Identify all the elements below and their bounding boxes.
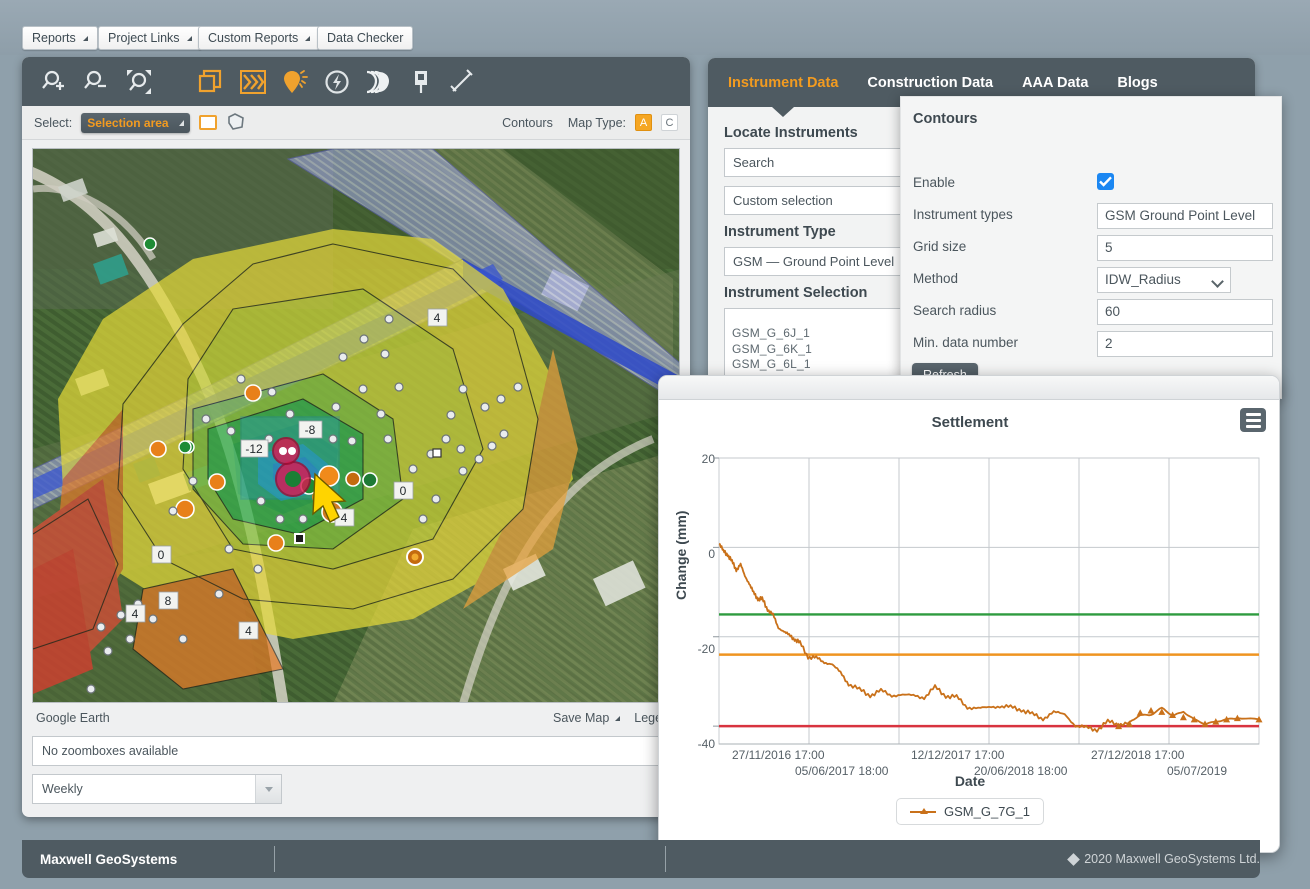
chart-plot xyxy=(713,457,1263,745)
method-value: IDW_Radius xyxy=(1105,272,1181,287)
svg-text:4: 4 xyxy=(341,511,348,525)
menu-button-custom-reports[interactable]: Custom Reports xyxy=(198,26,321,50)
contours-popup-title: Contours xyxy=(913,111,978,127)
marker-glow-icon[interactable] xyxy=(282,69,308,95)
tab-construction-data[interactable]: Construction Data xyxy=(867,75,993,91)
chevron-down-icon xyxy=(305,36,311,41)
menu-button-reports-label: Reports xyxy=(32,31,76,45)
map-type-a-button[interactable]: A xyxy=(635,114,652,131)
select-label: Select: xyxy=(34,115,73,130)
grid-size-input[interactable]: 5 xyxy=(1097,235,1273,261)
contours-label[interactable]: Contours xyxy=(502,116,553,130)
tab-instrument-data[interactable]: Instrument Data xyxy=(728,75,838,91)
layers-icon[interactable] xyxy=(198,69,224,95)
save-map-label: Save Map xyxy=(553,711,610,725)
map-select-bar: Select: Selection area Contours Map Type… xyxy=(22,106,690,140)
legend-label: GSM_G_7G_1 xyxy=(944,804,1030,819)
chart-area: Settlement Change (mm) Date 20 0 -20 -40… xyxy=(659,400,1279,852)
brand-label: Maxwell GeoSystems xyxy=(40,851,178,867)
legend-line-icon xyxy=(910,807,936,814)
contours-enable-checkbox[interactable] xyxy=(1097,173,1114,190)
contour-fan-icon[interactable] xyxy=(366,69,392,95)
interval-select-wrap: Weekly xyxy=(32,774,282,804)
chart-window: Settlement Change (mm) Date 20 0 -20 -40… xyxy=(658,375,1280,853)
zoom-in-icon[interactable] xyxy=(42,69,68,95)
min-data-number-input[interactable]: 2 xyxy=(1097,331,1273,357)
svg-text:-12: -12 xyxy=(245,442,263,456)
top-menubar: Reports Project Links Custom Reports Dat… xyxy=(0,0,1310,55)
svg-text:0: 0 xyxy=(400,484,407,498)
rectangle-select-icon[interactable] xyxy=(198,115,217,130)
min-data-number-label: Min. data number xyxy=(913,335,1019,350)
menu-button-data-checker[interactable]: Data Checker xyxy=(317,26,414,50)
map-footer: Google Earth Save Map Legend xyxy=(22,703,690,733)
instrument-types-label: Instrument types xyxy=(913,207,1013,222)
copyright-text: 2020 Maxwell GeoSystems Ltd. xyxy=(1084,852,1260,866)
method-label: Method xyxy=(913,271,959,286)
map-type-label: Map Type: xyxy=(567,115,626,130)
map-provider-label: Google Earth xyxy=(36,711,110,725)
zoombox-input[interactable]: No zoomboxes available xyxy=(32,736,680,766)
contours-settings-popup: Contours Enable Instrument types GSM Gro… xyxy=(900,96,1282,399)
svg-text:4: 4 xyxy=(434,311,441,325)
search-radius-label: Search radius xyxy=(913,303,997,318)
zoom-extent-icon[interactable] xyxy=(126,69,152,95)
measure-icon[interactable] xyxy=(450,68,476,95)
map-canvas[interactable]: 4 -12 -8 4 0 0 8 4 4 xyxy=(32,148,680,703)
save-map-button[interactable]: Save Map xyxy=(553,711,621,725)
polygon-select-icon[interactable] xyxy=(226,112,246,134)
chevron-down-icon xyxy=(186,36,192,41)
menu-button-reports[interactable]: Reports xyxy=(22,26,98,50)
map-toolbar xyxy=(22,57,690,106)
selection-mode-value: Selection area xyxy=(87,115,169,130)
zoombox-row: No zoomboxes available xyxy=(32,736,680,766)
pin-icon[interactable] xyxy=(408,69,434,95)
chart-legend-item[interactable]: GSM_G_7G_1 xyxy=(896,798,1044,825)
app-root: Reports Project Links Custom Reports Dat… xyxy=(0,0,1310,889)
chevron-down-icon xyxy=(82,36,88,41)
map-type-c-button[interactable]: C xyxy=(661,114,678,131)
svg-text:4: 4 xyxy=(132,607,139,621)
chevrons-icon[interactable] xyxy=(240,69,266,95)
menu-button-project-links[interactable]: Project Links xyxy=(98,26,202,50)
active-tab-pointer xyxy=(772,107,794,117)
chart-window-titlebar[interactable] xyxy=(659,376,1279,400)
divider xyxy=(274,846,275,872)
lightning-icon[interactable] xyxy=(324,69,350,95)
search-radius-input[interactable]: 60 xyxy=(1097,299,1273,325)
status-bar: Maxwell GeoSystems 2020 Maxwell GeoSyste… xyxy=(22,840,1260,878)
tab-aaa-data[interactable]: AAA Data xyxy=(1022,75,1088,91)
svg-text:-8: -8 xyxy=(305,423,316,437)
interval-select[interactable]: Weekly xyxy=(32,774,282,804)
svg-text:0: 0 xyxy=(158,548,165,562)
grid-size-label: Grid size xyxy=(913,239,967,254)
method-select[interactable]: IDW_Radius xyxy=(1097,267,1231,293)
selection-mode-dropdown[interactable]: Selection area xyxy=(81,112,190,133)
menu-button-custom-reports-label: Custom Reports xyxy=(208,31,299,45)
menu-button-data-checker-label: Data Checker xyxy=(327,31,404,45)
divider xyxy=(664,846,666,872)
chevron-down-icon xyxy=(1211,275,1224,288)
diamond-icon xyxy=(1067,852,1081,866)
svg-text:8: 8 xyxy=(165,594,172,608)
menu-button-project-links-label: Project Links xyxy=(108,31,180,45)
map-panel: Select: Selection area Contours Map Type… xyxy=(22,57,690,817)
copyright-label: 2020 Maxwell GeoSystems Ltd. xyxy=(1055,852,1260,866)
chevron-down-icon xyxy=(178,119,184,126)
contours-enable-label: Enable xyxy=(913,175,956,190)
chevron-down-icon[interactable] xyxy=(255,775,281,803)
instrument-types-input[interactable]: GSM Ground Point Level xyxy=(1097,203,1273,229)
zoom-out-icon[interactable] xyxy=(84,69,110,95)
tab-blogs[interactable]: Blogs xyxy=(1117,75,1157,91)
chevron-down-icon xyxy=(615,715,621,721)
svg-text:4: 4 xyxy=(245,624,252,638)
